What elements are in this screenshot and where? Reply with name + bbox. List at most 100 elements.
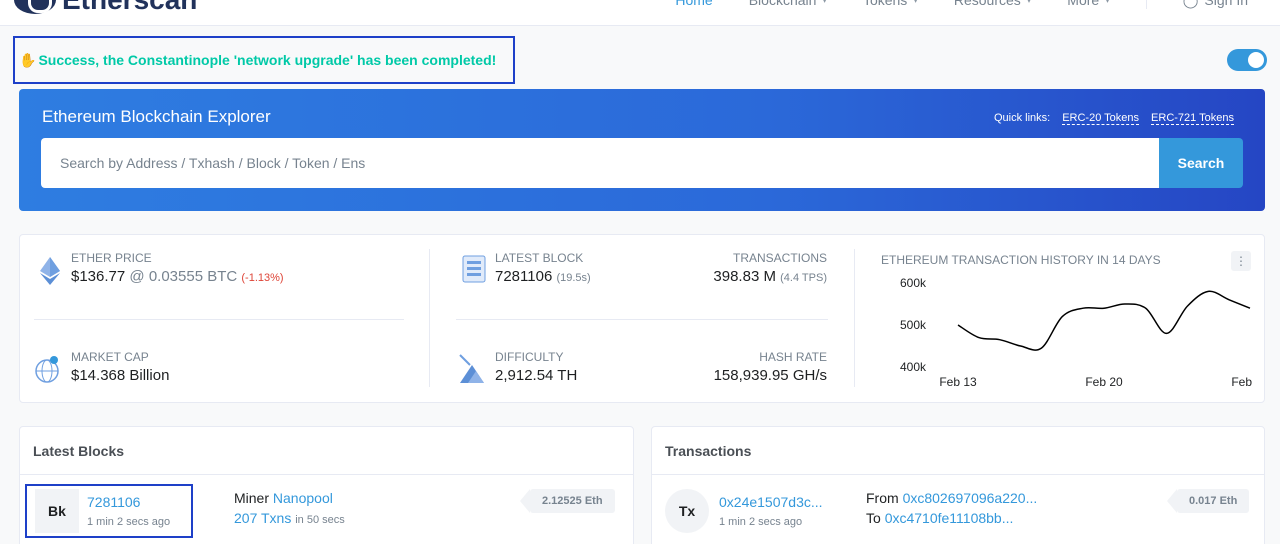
- market-cap-label: MARKET CAP: [71, 350, 149, 364]
- transaction-history-chart: 600k 500k 400k Feb 13 Feb 20 Feb 27: [900, 276, 1255, 389]
- panel-title: Transactions: [652, 427, 1264, 475]
- hash-rate-stat: HASH RATE 158,939.95 GH/s: [714, 350, 827, 384]
- from-label: From: [866, 490, 899, 506]
- latest-block-link[interactable]: 7281106: [495, 268, 552, 285]
- logo-text: Etherscan: [62, 0, 197, 14]
- nav-item-label: Blockchain: [748, 0, 817, 8]
- nav-item-blockchain[interactable]: Blockchain ▾: [749, 0, 827, 9]
- block-txns-link[interactable]: 207 Txns: [234, 510, 291, 526]
- nav-divider: [1145, 0, 1147, 9]
- tx-age: 1 min 2 secs ago: [719, 516, 803, 528]
- hash-rate-value: 158,939.95 GH/s: [713, 367, 827, 384]
- chevron-down-icon: ▾: [822, 0, 827, 6]
- difficulty-value: 2,912.54 TH: [495, 367, 578, 384]
- chevron-down-icon: ▾: [1105, 0, 1110, 6]
- quick-link-erc20[interactable]: ERC-20 Tokens: [1062, 112, 1140, 125]
- quick-links-label: Quick links:: [993, 112, 1051, 124]
- chevron-down-icon: ▾: [913, 0, 918, 6]
- tx-info: 0x24e1507d3c... 1 min 2 secs ago: [719, 494, 823, 528]
- ethereum-icon: [40, 257, 60, 285]
- tx-addresses: From 0xc802697096a220... To 0xc4710fe111…: [866, 490, 1037, 526]
- price-usd: $136.77: [71, 268, 126, 285]
- success-banner: ✋ Success, the Constantinople 'network u…: [13, 36, 515, 84]
- difficulty-stat: DIFFICULTY 2,912.54 TH: [495, 350, 577, 384]
- transactions-stat: TRANSACTIONS 398.83 M (4.4 TPS): [713, 251, 827, 285]
- divider: [854, 249, 855, 387]
- chart-title: ETHEREUM TRANSACTION HISTORY IN 14 DAYS: [881, 253, 1161, 267]
- nav-item-resources[interactable]: Resources ▾: [954, 0, 1031, 9]
- price-change: (-1.13%): [241, 272, 284, 284]
- block-reward-badge: 2.12525 Eth: [520, 489, 615, 513]
- server-icon: [462, 255, 486, 283]
- ether-price-stat: ETHER PRICE $136.77 @ 0.03555 BTC (-1.13…: [71, 251, 284, 285]
- nav-item-label: More: [1067, 0, 1100, 8]
- block-txns-time: in 50 secs: [295, 514, 345, 526]
- mining-icon: [459, 354, 484, 383]
- tx-avatar: Tx: [665, 489, 709, 533]
- logo-icon: [14, 0, 56, 14]
- price-btc: 0.03555 BTC: [148, 268, 238, 285]
- hand-wave-icon: ✋: [19, 51, 37, 68]
- to-label: To: [866, 510, 881, 526]
- theme-toggle[interactable]: [1227, 49, 1267, 71]
- panel-title: Latest Blocks: [20, 427, 633, 475]
- tps: (4.4 TPS): [780, 272, 827, 284]
- latest-block-stat: LATEST BLOCK 7281106 (19.5s): [495, 251, 591, 285]
- x-tick-label: Feb 20: [1085, 375, 1123, 389]
- difficulty-label: DIFFICULTY: [495, 350, 564, 364]
- block-time: (19.5s): [556, 272, 591, 284]
- price-at: @: [129, 268, 145, 285]
- user-icon: ◯: [1183, 0, 1199, 9]
- chart-menu-icon[interactable]: ⋮: [1231, 251, 1251, 271]
- quick-links: Quick links: ERC-20 Tokens ERC-721 Token…: [994, 112, 1234, 125]
- market-cap-stat: MARKET CAP $14.368 Billion: [71, 350, 169, 384]
- nav-item-more[interactable]: More ▾: [1067, 0, 1109, 9]
- banner-text: Success, the Constantinople 'network upg…: [38, 52, 497, 68]
- block-miner-info: Miner Nanopool 207 Txns in 50 secs: [234, 490, 345, 526]
- search-input[interactable]: [41, 138, 1159, 188]
- sign-in-link[interactable]: ◯ Sign In: [1183, 0, 1248, 9]
- chevron-down-icon: ▾: [1027, 0, 1032, 6]
- transactions-panel: Transactions Tx 0x24e1507d3c... 1 min 2 …: [651, 426, 1265, 544]
- hero-search-section: Ethereum Blockchain Explorer Quick links…: [19, 89, 1265, 211]
- latest-block-value: 7281106 (19.5s): [495, 268, 591, 285]
- hash-rate-label: HASH RATE: [759, 350, 827, 364]
- miner-label: Miner: [234, 490, 270, 506]
- nav-item-label: Resources: [953, 0, 1021, 8]
- highlight-box: [25, 484, 193, 538]
- etherscan-logo[interactable]: Etherscan: [14, 0, 197, 14]
- sign-in-label: Sign In: [1204, 0, 1248, 8]
- x-tick-label: Feb 13: [939, 375, 977, 389]
- transactions-link[interactable]: 398.83 M: [713, 268, 776, 285]
- globe-icon: [35, 356, 59, 383]
- from-address-link[interactable]: 0xc802697096a220...: [903, 490, 1038, 506]
- to-address-link[interactable]: 0xc4710fe11108bb...: [885, 510, 1014, 526]
- hero-title: Ethereum Blockchain Explorer: [42, 107, 271, 126]
- ether-price-label: ETHER PRICE: [71, 251, 152, 265]
- search-button[interactable]: Search: [1159, 138, 1243, 188]
- divider: [34, 319, 404, 320]
- transactions-label: TRANSACTIONS: [732, 251, 827, 265]
- divider: [429, 249, 430, 387]
- tx-amount-badge: 0.017 Eth: [1166, 489, 1250, 513]
- x-tick-label: Feb 27: [1231, 375, 1255, 389]
- tx-hash-link[interactable]: 0x24e1507d3c...: [719, 494, 823, 510]
- miner-link[interactable]: Nanopool: [273, 490, 333, 506]
- nav-menu: Home Blockchain ▾ Tokens ▾ Resources ▾ More…: [675, 0, 1248, 9]
- nav-item-label: Tokens: [862, 0, 908, 8]
- search-bar: Search: [41, 138, 1243, 188]
- nav-item-home[interactable]: Home: [675, 0, 712, 9]
- quick-link-erc721[interactable]: ERC-721 Tokens: [1151, 112, 1234, 125]
- divider: [456, 319, 828, 320]
- nav-item-label: Home: [675, 0, 713, 8]
- transactions-value: 398.83 M (4.4 TPS): [713, 268, 827, 285]
- y-tick-label: 500k: [900, 318, 927, 332]
- top-navbar: Etherscan Home Blockchain ▾ Tokens ▾ Resou…: [0, 0, 1280, 26]
- y-tick-label: 600k: [900, 276, 927, 290]
- y-tick-label: 400k: [900, 360, 927, 374]
- network-stats-card: ETHER PRICE $136.77 @ 0.03555 BTC (-1.13…: [19, 234, 1265, 403]
- series-line: [957, 290, 1251, 351]
- ether-price-value: $136.77 @ 0.03555 BTC (-1.13%): [71, 268, 284, 285]
- nav-item-tokens[interactable]: Tokens ▾: [863, 0, 918, 9]
- latest-block-label: LATEST BLOCK: [495, 251, 584, 265]
